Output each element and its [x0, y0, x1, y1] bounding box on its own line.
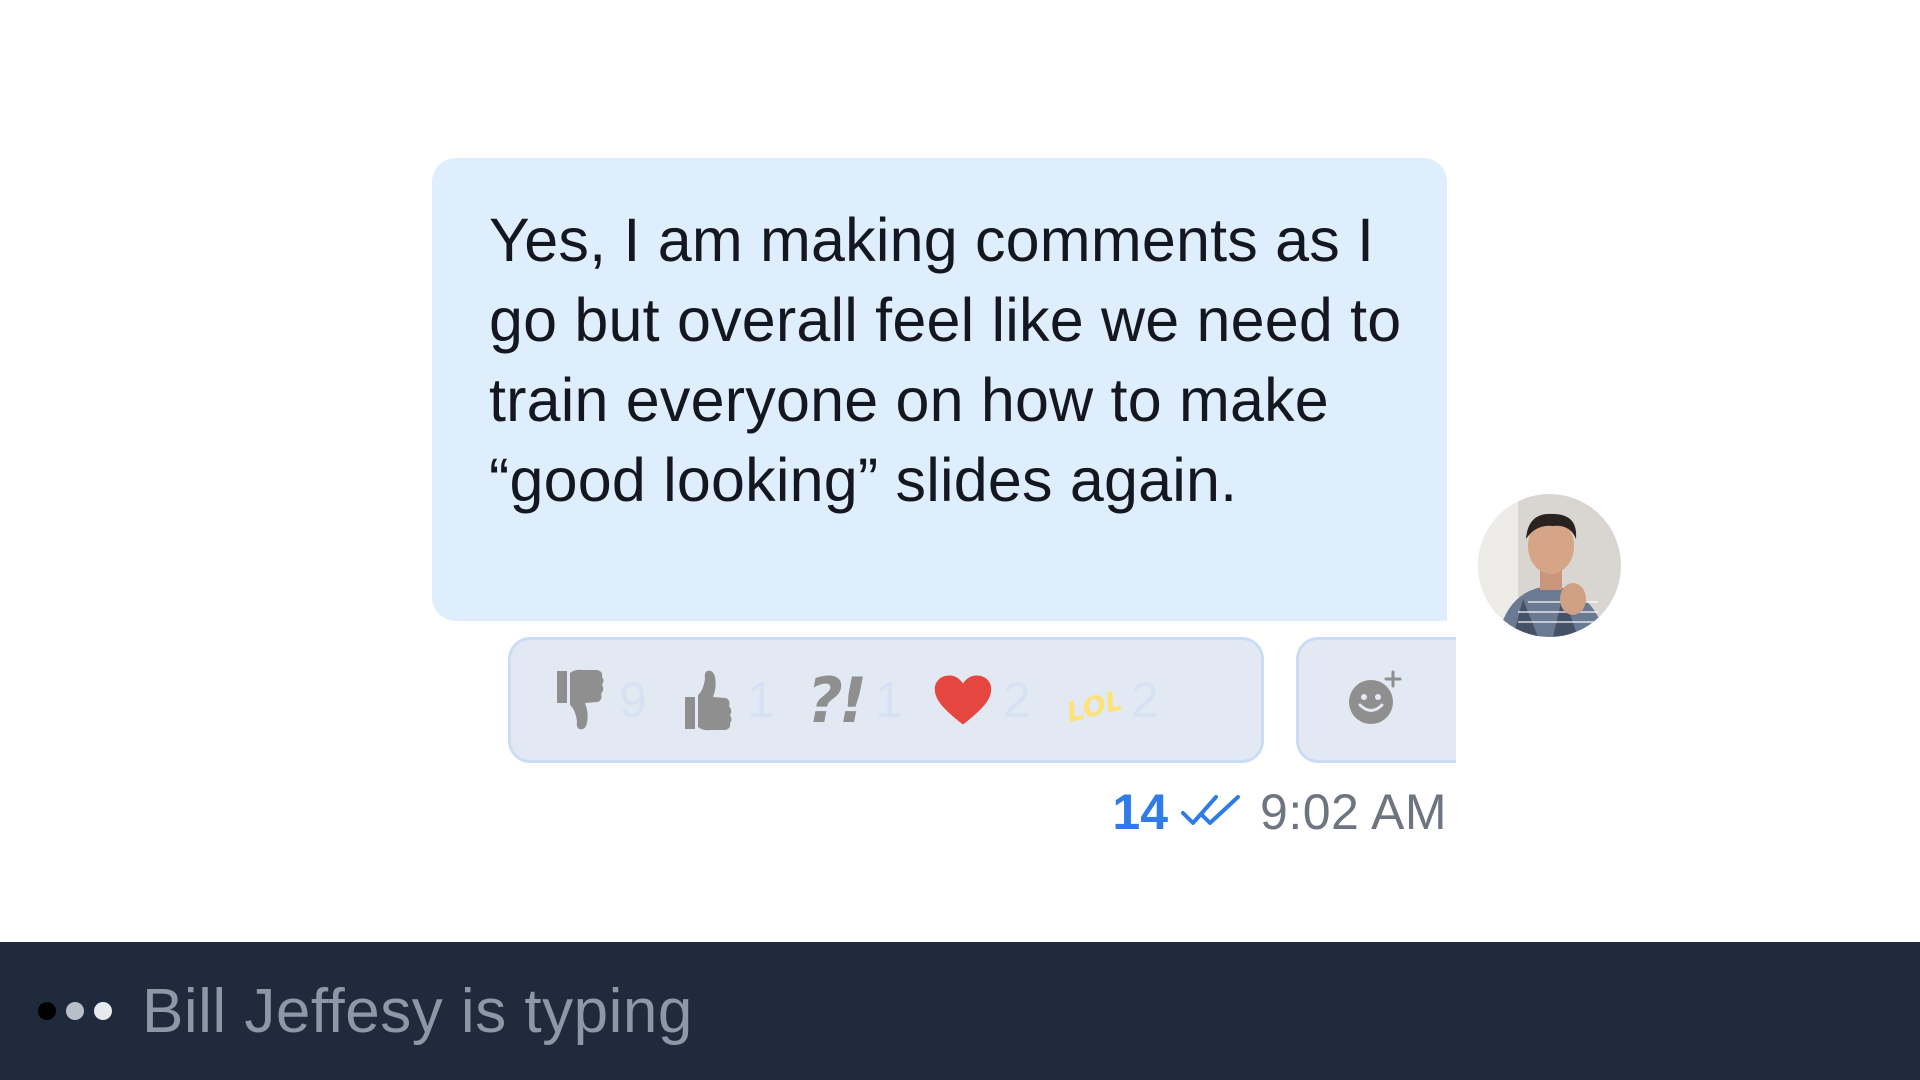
add-reaction-button[interactable]: [1296, 637, 1456, 763]
reaction-lol[interactable]: LOL 2: [1061, 665, 1167, 735]
heart-icon: [933, 665, 993, 735]
message-time: 9:02 AM: [1260, 784, 1447, 840]
message-meta: 14 9:02 AM: [1112, 780, 1447, 844]
reaction-heart[interactable]: 2: [933, 665, 1039, 735]
reaction-count: 1: [875, 672, 903, 728]
reaction-thumbs-down[interactable]: 9: [549, 665, 655, 735]
double-check-icon: [1180, 791, 1242, 834]
reaction-count: 1: [747, 672, 775, 728]
reaction-count: 2: [1003, 672, 1031, 728]
read-count[interactable]: 14: [1112, 783, 1168, 841]
thumbs-down-icon: [549, 665, 609, 735]
typing-indicator-bar: Bill Jeffesy is typing: [0, 942, 1920, 1080]
svg-text:LOL: LOL: [1064, 685, 1121, 729]
reaction-interrobang[interactable]: ?! 1: [805, 663, 911, 737]
avatar[interactable]: [1478, 494, 1621, 637]
thumbs-up-icon: [677, 665, 737, 735]
lol-icon: LOL: [1061, 665, 1121, 735]
chat-view: Yes, I am making comments as I go but ov…: [0, 0, 1920, 1080]
avatar-photo: [1478, 494, 1621, 637]
reaction-count: 9: [619, 672, 647, 728]
typing-text: Bill Jeffesy is typing: [142, 976, 693, 1046]
typing-dots-icon: [38, 1002, 122, 1020]
interrobang-icon: ?!: [806, 663, 867, 737]
add-emoji-icon: [1347, 670, 1403, 731]
reactions-bar: 9 1 ?! 1 2 LOL 2: [508, 637, 1264, 763]
reaction-count: 2: [1131, 672, 1159, 728]
message-bubble[interactable]: Yes, I am making comments as I go but ov…: [432, 158, 1447, 621]
message-text: Yes, I am making comments as I go but ov…: [489, 206, 1402, 514]
reaction-thumbs-up[interactable]: 1: [677, 665, 783, 735]
